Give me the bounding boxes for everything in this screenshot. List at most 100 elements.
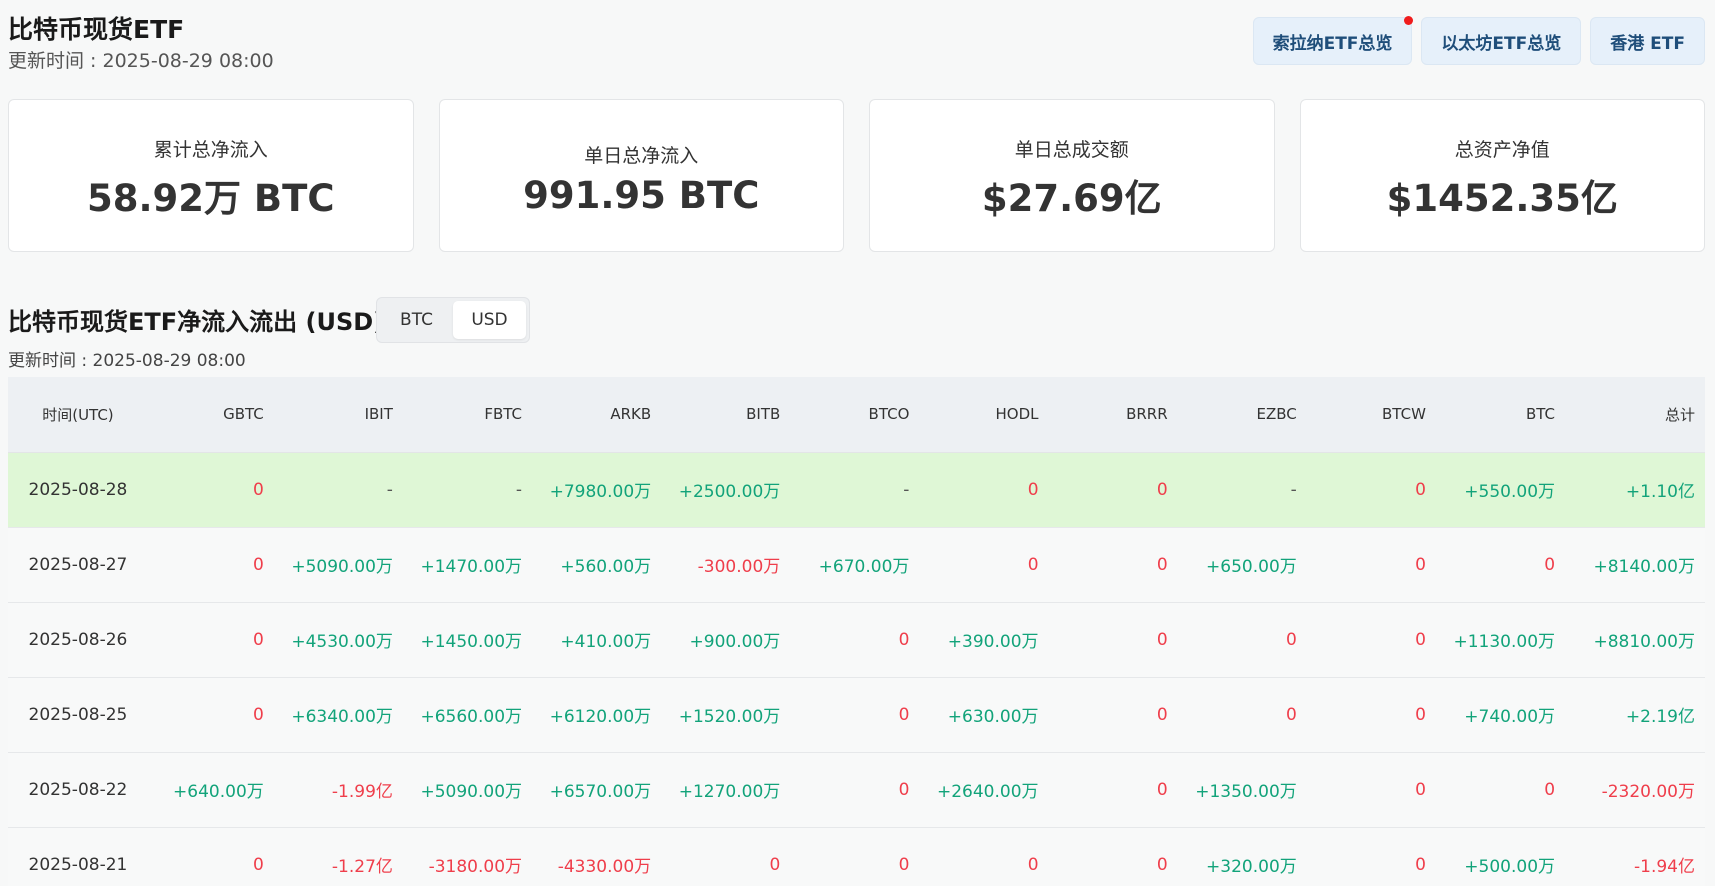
flow-cell: +1270.00万 — [661, 752, 791, 828]
notification-dot-icon — [1404, 16, 1414, 25]
column-header: ARKB — [532, 377, 662, 453]
table-row: 2025-08-27 0 +5090.00万 +1470.00万 +560.00万 -30… — [8, 527, 1705, 603]
flow-cell: +500.00万 — [1435, 827, 1566, 886]
stat-card-label: 单日总成交额 — [1014, 139, 1129, 161]
flow-cell: 0 — [1306, 452, 1436, 528]
flow-cell: +6570.00万 — [532, 752, 662, 828]
flow-cell: 0 — [147, 452, 274, 528]
stat-card-value: $27.69亿 — [981, 177, 1162, 220]
flow-cell: +2.19亿 — [1565, 677, 1705, 753]
flow-cell: +2640.00万 — [919, 752, 1049, 828]
flow-cell: - — [402, 452, 533, 528]
flow-cell: 0 — [1306, 602, 1436, 678]
flow-cell: 0 — [1177, 677, 1307, 753]
page-title: 比特币现货ETF — [8, 15, 185, 44]
flow-cell: +1470.00万 — [402, 527, 533, 603]
flow-cell: -3180.00万 — [402, 827, 533, 886]
update-time: 更新时间 : 2025-08-29 08:00 — [8, 50, 274, 72]
stat-card-daily-volume: 单日总成交额 $27.69亿 — [869, 99, 1275, 252]
column-header: BTCO — [790, 377, 920, 453]
flow-cell: - — [273, 452, 403, 528]
flow-cell: +550.00万 — [1435, 452, 1566, 528]
flow-cell: +2500.00万 — [661, 452, 791, 528]
flow-cell: +320.00万 — [1177, 827, 1307, 886]
table-row: 2025-08-25 0 +6340.00万 +6560.00万 +6120.00万 +1… — [8, 677, 1705, 753]
section-title: 比特币现货ETF净流入流出 (USD) — [8, 308, 385, 336]
flow-cell: +640.00万 — [147, 752, 274, 828]
table-row: 2025-08-28 0- - +7980.00万 +2500.00万 -0 0-0 +550… — [8, 452, 1705, 528]
flow-cell: 0 — [790, 827, 920, 886]
hongkong-etf-button[interactable]: 香港 ETF — [1590, 17, 1705, 65]
flow-cell: +4530.00万 — [273, 602, 403, 678]
flow-cell: +1130.00万 — [1435, 602, 1566, 678]
solana-etf-button[interactable]: 索拉纳ETF总览 — [1252, 16, 1414, 65]
table-row: 2025-08-22 +640.00万 -1.99亿 +5090.00万 +6570.0… — [8, 752, 1705, 828]
stat-card-cumulative-inflow: 累计总净流入 58.92万 BTC — [8, 99, 414, 252]
flow-cell: +6560.00万 — [402, 677, 533, 753]
flow-cell: - — [790, 452, 920, 528]
date-cell: 2025-08-25 — [8, 677, 148, 753]
flow-cell: 0 — [790, 677, 920, 753]
unit-toggle: BTC USD — [376, 297, 530, 343]
flow-cell: +1520.00万 — [661, 677, 791, 753]
column-header: BITB — [661, 377, 791, 453]
flow-cell: +670.00万 — [790, 527, 920, 603]
stat-card-label: 累计总净流入 — [153, 139, 268, 161]
flow-cell: +390.00万 — [919, 602, 1049, 678]
column-header: FBTC — [402, 377, 533, 453]
date-cell: 2025-08-26 — [8, 602, 148, 678]
flow-cell: +5090.00万 — [402, 752, 533, 828]
flow-cell: -2320.00万 — [1565, 752, 1705, 828]
flow-cell: 0 — [790, 602, 920, 678]
flow-cell: 0 — [1048, 452, 1178, 528]
ethereum-etf-button[interactable]: 以太坊ETF总览 — [1421, 17, 1582, 65]
flows-table: 时间(UTC) GBTC IBIT FBTC ARKB BITB BTCO HODL BRRR E… — [8, 377, 1705, 886]
column-header: BTC — [1435, 377, 1566, 453]
stat-cards: 累计总净流入 58.92万 BTC 单日总净流入 991.95 BTC 单日总成… — [8, 99, 1705, 252]
toggle-btc[interactable]: BTC — [380, 301, 453, 339]
column-header: HODL — [919, 377, 1049, 453]
flow-cell: -4330.00万 — [532, 827, 662, 886]
flow-cell: +740.00万 — [1435, 677, 1566, 753]
date-cell: 2025-08-21 — [8, 827, 148, 886]
date-cell: 2025-08-28 — [8, 452, 148, 528]
flow-cell: +650.00万 — [1177, 527, 1307, 603]
column-header: 时间(UTC) — [8, 377, 148, 453]
flow-cell: 0 — [1048, 602, 1178, 678]
column-header: 总计 — [1565, 377, 1705, 453]
flow-cell: +6120.00万 — [532, 677, 662, 753]
ethereum-etf-label: 以太坊ETF总览 — [1441, 33, 1562, 54]
column-header: IBIT — [273, 377, 403, 453]
stat-card-value: $1452.35亿 — [1386, 177, 1618, 220]
flow-cell: +1450.00万 — [402, 602, 533, 678]
flow-cell: +7980.00万 — [532, 452, 662, 528]
table-header-row: 时间(UTC) GBTC IBIT FBTC ARKB BITB BTCO HODL BRRR E… — [8, 377, 1705, 453]
toggle-usd[interactable]: USD — [453, 301, 526, 339]
flow-cell: 0 — [1048, 752, 1178, 828]
flow-cell: 0 — [1306, 752, 1436, 828]
hongkong-etf-label: 香港 ETF — [1610, 33, 1685, 54]
flow-cell: 0 — [1048, 677, 1178, 753]
flow-cell: 0 — [919, 527, 1049, 603]
flow-cell: 0 — [1306, 827, 1436, 886]
flow-cell: +8810.00万 — [1565, 602, 1705, 678]
table-row: 2025-08-21 0 -1.27亿 -3180.00万 -4330.00万 0 0 0 0 +… — [8, 827, 1705, 886]
column-header: EZBC — [1177, 377, 1307, 453]
flow-cell: +6340.00万 — [273, 677, 403, 753]
flow-cell: 0 — [147, 527, 274, 603]
solana-etf-label: 索拉纳ETF总览 — [1272, 33, 1393, 54]
date-cell: 2025-08-27 — [8, 527, 148, 603]
column-header: BRRR — [1048, 377, 1178, 453]
flow-cell: 0 — [1048, 527, 1178, 603]
date-cell: 2025-08-22 — [8, 752, 148, 828]
top-nav: 索拉纳ETF总览 以太坊ETF总览 香港 ETF — [1252, 16, 1705, 65]
table-row: 2025-08-26 0 +4530.00万 +1450.00万 +410.00万 +90… — [8, 602, 1705, 678]
flow-cell: 0 — [919, 452, 1049, 528]
flow-cell: +560.00万 — [532, 527, 662, 603]
flow-cell: 0 — [790, 752, 920, 828]
flow-cell: 0 — [661, 827, 791, 886]
stat-card-daily-inflow: 单日总净流入 991.95 BTC — [438, 99, 844, 252]
column-header: GBTC — [147, 377, 274, 453]
stat-card-value: 58.92万 BTC — [86, 177, 335, 220]
flow-cell: +410.00万 — [532, 602, 662, 678]
